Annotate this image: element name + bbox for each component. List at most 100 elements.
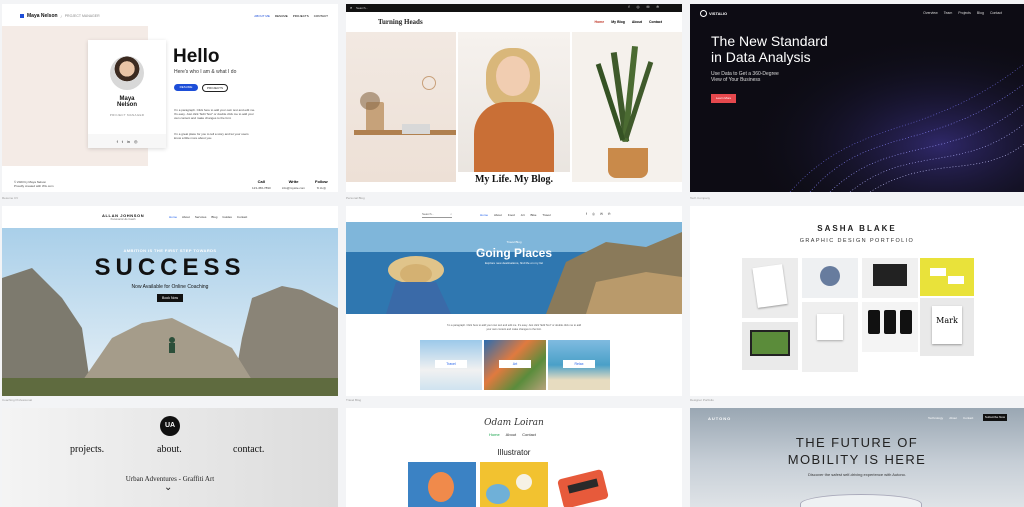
illustration-1[interactable] (408, 462, 476, 507)
footer-write: Write info@mysite.com (282, 179, 306, 190)
portfolio-name: SASHA BLAKE (817, 224, 897, 233)
learn-more-button[interactable]: Learn More (711, 94, 736, 103)
link-about[interactable]: about. (157, 444, 182, 455)
profile-name: Maya Nelson (116, 96, 137, 108)
link-contact[interactable]: contact. (233, 444, 264, 455)
hero-headline: THE FUTURE OF MOBILITY IS HERE (787, 435, 927, 467)
twitter-icon[interactable]: t (122, 139, 123, 144)
nav-contact[interactable]: Contact (649, 20, 662, 24)
top-nav: Overview Team Projects Blog Contact (923, 11, 1002, 15)
nav-about[interactable]: About (182, 215, 190, 219)
nav-contact[interactable]: Contact (237, 215, 247, 219)
projects-button[interactable]: PROJECTS (202, 84, 228, 92)
blog-topbar: ⌕ Search... f ◎ ✉ ℗ (346, 4, 682, 12)
book-now-button[interactable]: Book Now (157, 294, 183, 302)
profile-role: PROJECT MANAGER (109, 113, 145, 117)
nav-about[interactable]: About (494, 213, 502, 217)
caption-designer-portfolio: Designer Portfolio (690, 398, 714, 402)
portfolio-tile-1[interactable] (742, 258, 798, 318)
desk-photo (346, 32, 456, 182)
nav-guides[interactable]: Guides (222, 215, 232, 219)
illustration-3[interactable] (552, 468, 620, 507)
search-input[interactable]: Search... (356, 6, 368, 10)
search-input[interactable]: Search... ⌕ (422, 212, 452, 218)
nav-art[interactable]: Art (521, 213, 525, 217)
nav-projects[interactable]: Projects (958, 11, 971, 15)
template-card-personal-blog[interactable]: ⌕ Search... f ◎ ✉ ℗ Turning Heads Home M… (346, 4, 682, 192)
brand-logo-square (20, 14, 24, 18)
nav-travel[interactable]: Travel (542, 213, 550, 217)
brand-subtitle: PROJECT MANAGER (64, 14, 100, 18)
chevron-down-icon[interactable]: ⌄ (164, 482, 172, 493)
subscribe-button[interactable]: Subscribe Now (983, 414, 1007, 421)
template-card-travel-blog[interactable]: Search... ⌕ Home About Food Art Bike Tra… (346, 206, 682, 396)
resume-button[interactable]: RESUME (174, 84, 198, 91)
nav-technology[interactable]: Technology (928, 416, 943, 420)
thumb-relax[interactable]: Relax (548, 340, 610, 390)
nav-contact[interactable]: CONTACT (314, 14, 328, 18)
brand-name: Maya Nelson (27, 13, 58, 19)
nav-about[interactable]: About (949, 416, 957, 420)
profile-card: Maya Nelson PROJECT MANAGER f t in ◎ (88, 40, 166, 148)
nav-home[interactable]: Home (595, 20, 605, 24)
brand: ALLAN JOHNSON Personal & Life Coach (102, 213, 145, 221)
template-card-mobility[interactable]: AUTONO Technology About Contact Subscrib… (690, 408, 1024, 507)
nav-food[interactable]: Food (508, 213, 515, 217)
hero-subtitle: Now Available for Online Coaching (131, 284, 209, 290)
thumb-art[interactable]: Art (484, 340, 546, 390)
logo: VISTALIO (700, 10, 727, 17)
instagram-icon[interactable]: ◎ (134, 139, 138, 144)
coast-hero-photo (346, 222, 682, 314)
portfolio-tile-2[interactable] (802, 258, 858, 298)
nav-resume[interactable]: RESUME (275, 14, 288, 18)
nav-bike[interactable]: Bike (531, 213, 537, 217)
facebook-icon[interactable]: f (117, 139, 118, 144)
caption-personal-blog: Personal Blog (346, 196, 365, 200)
nav-home[interactable]: Home (169, 215, 177, 219)
template-card-illustrator[interactable]: Odam Loiran Home About Contact Illustrat… (346, 408, 682, 507)
template-card-resume[interactable]: Maya Nelson / PROJECT MANAGER ABOUT ME R… (2, 4, 338, 192)
nav-contact[interactable]: Contact (522, 432, 536, 437)
banner-text: My Life. My Blog. (458, 172, 570, 188)
nav-my-blog[interactable]: My Blog (611, 20, 625, 24)
link-projects[interactable]: projects. (70, 444, 104, 455)
template-card-tech-company[interactable]: VISTALIO Overview Team Projects Blog Con… (690, 4, 1024, 192)
hello-heading: Hello (173, 46, 220, 67)
nav-blog[interactable]: Blog (211, 215, 217, 219)
top-nav: ABOUT ME RESUME PROJECTS CONTACT (254, 14, 328, 18)
hero-subtitle: Explore new destinations, find life on m… (484, 261, 544, 265)
template-card-coaching[interactable]: ALLAN JOHNSON Personal & Life Coach Home… (2, 206, 338, 396)
hero-headline: SUCCESS (94, 254, 246, 281)
nav-contact[interactable]: Contact (963, 416, 973, 420)
portfolio-tile-8[interactable] (742, 322, 798, 370)
nav-services[interactable]: Services (195, 215, 207, 219)
nav-about[interactable]: About (632, 20, 642, 24)
portfolio-tile-7[interactable]: Mark (920, 298, 974, 356)
template-card-graffiti-art[interactable]: UA projects. about. contact. Urban Adven… (2, 408, 338, 507)
nav-blog[interactable]: Blog (977, 11, 984, 15)
portfolio-tile-6[interactable] (862, 302, 918, 352)
nav-projects[interactable]: PROJECTS (293, 14, 309, 18)
template-card-designer-portfolio[interactable]: SASHA BLAKE GRAPHIC DESIGN PORTFOLIO Mar… (690, 206, 1024, 396)
nav-about[interactable]: About (506, 432, 516, 437)
caption-coaching: Coaching Professional (2, 398, 33, 402)
social-icons: f ◎ ✉ ℗ (586, 212, 613, 216)
illustration-2[interactable] (480, 462, 548, 507)
nav-team[interactable]: Team (944, 11, 953, 15)
nav-home[interactable]: Home (480, 213, 488, 217)
hero-headline: The New Standard in Data Analysis (711, 33, 828, 65)
portfolio-tile-4[interactable] (920, 258, 974, 296)
thumb-travel[interactable]: Travel (420, 340, 482, 390)
car-graphic (800, 494, 922, 507)
thumb-label: Travel (435, 360, 467, 368)
tagline: Here's who I am & what I do (174, 69, 237, 75)
nav-home[interactable]: Home (489, 432, 500, 437)
linkedin-icon[interactable]: in (127, 139, 130, 144)
nav-contact[interactable]: Contact (990, 11, 1002, 15)
search-icon[interactable]: ⌕ (350, 5, 352, 10)
nav-about[interactable]: ABOUT ME (254, 14, 270, 18)
portfolio-tile-5[interactable] (802, 302, 858, 372)
portfolio-tile-3[interactable] (862, 258, 918, 298)
nav-overview[interactable]: Overview (923, 11, 938, 15)
footer-call: Call 123-456-7890 (252, 179, 271, 190)
